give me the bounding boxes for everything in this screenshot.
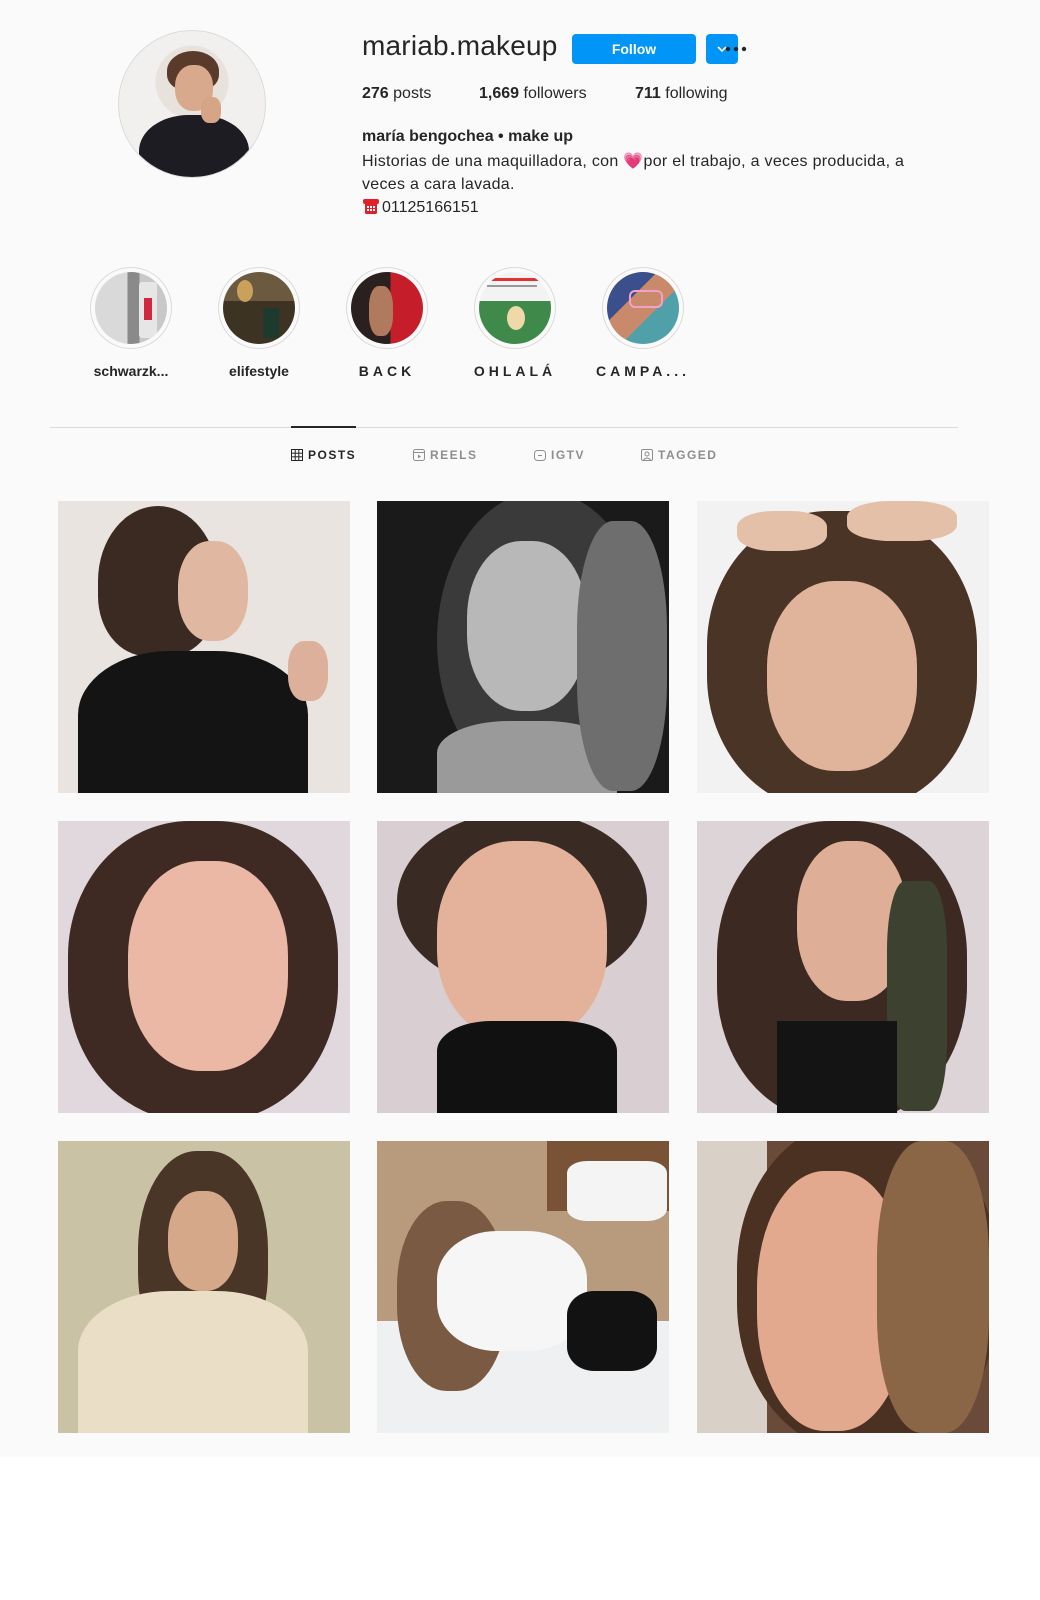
posts-count: 276: [362, 85, 389, 102]
grid-icon: [291, 449, 303, 461]
highlight-label: BACK: [358, 363, 416, 379]
active-tab-indicator: [291, 426, 356, 428]
highlight-label: OHLALÁ: [473, 363, 557, 379]
post-tile-8[interactable]: [377, 1141, 669, 1433]
more-options-button[interactable]: [722, 36, 752, 62]
igtv-icon: [534, 450, 546, 461]
highlight-ring: [602, 267, 684, 349]
posts-label: posts: [393, 85, 432, 102]
highlight-label: schwarzk...: [93, 363, 169, 379]
more-dots-icon: [725, 46, 747, 52]
tabs-divider: [50, 427, 958, 428]
post-tile-3[interactable]: [697, 501, 989, 793]
posts-stat: 276 posts: [362, 85, 431, 103]
highlight-ring: [218, 267, 300, 349]
following-label: following: [665, 85, 728, 102]
post-tile-2[interactable]: [377, 501, 669, 793]
tab-label: IGTV: [551, 448, 586, 462]
tab-reels[interactable]: REELS: [413, 448, 478, 462]
highlight-ohlala[interactable]: OHLALÁ: [455, 267, 575, 379]
tab-label: POSTS: [308, 448, 357, 462]
profile-avatar[interactable]: [118, 30, 266, 178]
post-tile-5[interactable]: [377, 821, 669, 1113]
tab-label: TAGGED: [658, 448, 718, 462]
followers-count: 1,669: [479, 85, 520, 102]
followers-label: followers: [523, 85, 587, 102]
highlight-schwarzkopf[interactable]: schwarzk...: [71, 267, 191, 379]
tagged-icon: [641, 449, 653, 461]
highlight-cover: [223, 272, 295, 344]
profile-username: mariab.makeup: [362, 30, 558, 61]
highlight-cover: [95, 272, 167, 344]
profile-full-name: maría bengochea • make up: [362, 128, 574, 145]
highlight-cover: [479, 272, 551, 344]
post-tile-9[interactable]: [697, 1141, 989, 1433]
tab-igtv[interactable]: IGTV: [534, 448, 585, 462]
profile-phone: 01125166151: [362, 197, 479, 217]
post-tile-6[interactable]: [697, 821, 989, 1113]
followers-stat[interactable]: 1,669 followers: [479, 85, 587, 103]
highlight-ring: [90, 267, 172, 349]
post-tile-1[interactable]: [58, 501, 350, 793]
phone-number: 01125166151: [382, 199, 479, 216]
reels-icon: [413, 449, 425, 461]
tab-label: REELS: [430, 448, 478, 462]
highlight-elifestyle[interactable]: elifestyle: [199, 267, 319, 379]
post-tile-4[interactable]: [58, 821, 350, 1113]
highlight-cover: [351, 272, 423, 344]
post-tile-7[interactable]: [58, 1141, 350, 1433]
follow-button[interactable]: Follow: [572, 34, 696, 64]
highlight-ring: [346, 267, 428, 349]
highlight-ring: [474, 267, 556, 349]
following-stat[interactable]: 711 following: [635, 85, 728, 103]
highlight-label: CAMPA...: [596, 363, 690, 379]
tab-tagged[interactable]: TAGGED: [641, 448, 717, 462]
following-count: 711: [635, 85, 661, 102]
highlight-back[interactable]: BACK: [327, 267, 447, 379]
profile-bio: Historias de una maquilladora, con 💗por …: [362, 153, 905, 193]
highlight-label: elifestyle: [229, 363, 289, 379]
tab-posts[interactable]: POSTS: [291, 448, 356, 462]
telephone-icon: [363, 199, 379, 214]
highlight-cover: [607, 272, 679, 344]
highlight-campa[interactable]: CAMPA...: [583, 267, 703, 379]
